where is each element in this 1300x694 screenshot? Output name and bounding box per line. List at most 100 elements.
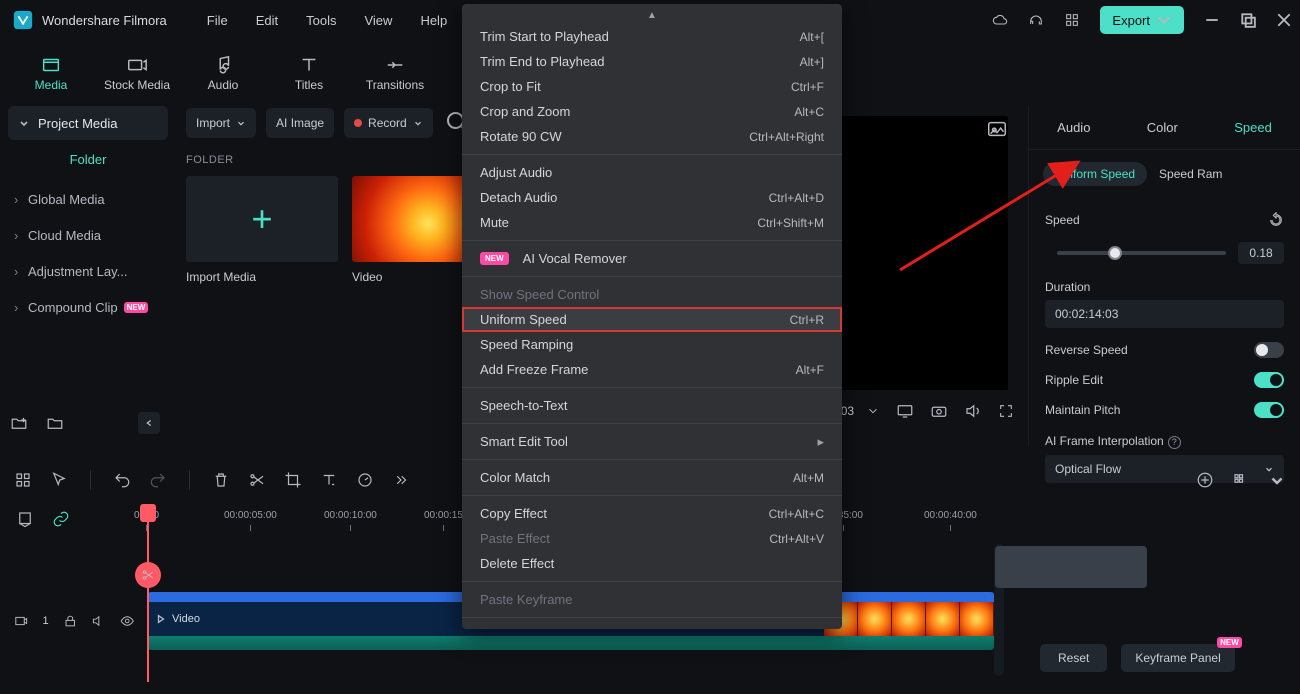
speed-label: Speed (1045, 213, 1080, 227)
link-icon[interactable] (52, 510, 70, 528)
ai-image-button[interactable]: AI Image (266, 108, 334, 138)
track-video-icon[interactable] (14, 613, 28, 629)
speed-ramp-chip[interactable]: Speed Ram (1159, 167, 1222, 181)
redo-icon[interactable] (149, 471, 167, 489)
record-dropdown[interactable]: Record (344, 108, 433, 138)
menu-file[interactable]: File (207, 13, 228, 28)
speed-value[interactable]: 0.18 (1238, 242, 1284, 264)
maintain-pitch-toggle[interactable] (1254, 402, 1284, 418)
undo-icon[interactable] (113, 471, 131, 489)
chevron-down-icon[interactable] (866, 404, 880, 418)
maintain-pitch-label: Maintain Pitch (1045, 403, 1120, 417)
help-icon[interactable]: ? (1168, 436, 1181, 449)
reverse-speed-toggle[interactable] (1254, 342, 1284, 358)
volume-icon[interactable] (964, 402, 982, 420)
inspector-tab-speed[interactable]: Speed (1234, 120, 1272, 135)
apps-icon[interactable] (1064, 12, 1080, 28)
tab-stock-media[interactable]: Stock Media (98, 54, 176, 92)
import-media-tile[interactable]: + Import Media (186, 176, 338, 284)
menu-tools[interactable]: Tools (306, 13, 336, 28)
menu-edit[interactable]: Edit (256, 13, 278, 28)
cloud-icon[interactable] (992, 12, 1008, 28)
export-button[interactable]: Export (1100, 6, 1184, 34)
headphones-icon[interactable] (1028, 12, 1044, 28)
eye-icon[interactable] (120, 613, 134, 629)
ctx-smart-edit-tool[interactable]: Smart Edit Tool▸ (462, 429, 842, 454)
inspector-tab-color[interactable]: Color (1147, 120, 1178, 135)
crop-icon[interactable] (284, 471, 302, 489)
app-logo-icon (12, 9, 34, 31)
ctx-copy-effect[interactable]: Copy EffectCtrl+Alt+C (462, 501, 842, 526)
sidebar-item-adjustment-layer[interactable]: Adjustment Lay... (8, 253, 168, 289)
reset-button[interactable]: Reset (1040, 644, 1107, 672)
speed-icon[interactable] (356, 471, 374, 489)
add-track-icon[interactable] (1196, 471, 1214, 489)
inspector-tab-audio[interactable]: Audio (1057, 120, 1090, 135)
ctx-crop-fit[interactable]: Crop to FitCtrl+F (462, 74, 842, 99)
duration-value[interactable]: 00:02:14:03 (1045, 300, 1284, 328)
grid-icon[interactable] (14, 471, 32, 489)
mute-track-icon[interactable] (91, 613, 105, 629)
track-view-icon[interactable] (1232, 471, 1250, 489)
tab-titles[interactable]: Titles (270, 54, 348, 92)
folder-label[interactable]: Folder (8, 152, 168, 167)
display-icon[interactable] (896, 402, 914, 420)
ctx-uniform-speed[interactable]: Uniform SpeedCtrl+R (462, 307, 842, 332)
lock-icon[interactable] (63, 613, 77, 629)
ctx-trim-end[interactable]: Trim End to PlayheadAlt+] (462, 49, 842, 74)
ctx-ai-vocal-remover[interactable]: NEWAI Vocal Remover (462, 246, 842, 271)
sidebar-item-cloud-media[interactable]: Cloud Media (8, 217, 168, 253)
ctx-show-speed-control: Show Speed Control (462, 282, 842, 307)
minimize-icon[interactable] (1204, 12, 1220, 28)
new-folder-icon[interactable] (10, 414, 28, 432)
duration-label: Duration (1045, 280, 1284, 294)
menu-view[interactable]: View (364, 13, 392, 28)
ctx-trim-start[interactable]: Trim Start to PlayheadAlt+[ (462, 24, 842, 49)
maximize-icon[interactable] (1240, 12, 1256, 28)
ctx-delete-effect[interactable]: Delete Effect (462, 551, 842, 576)
tab-media[interactable]: Media (12, 54, 90, 92)
ctx-detach-audio[interactable]: Detach AudioCtrl+Alt+D (462, 185, 842, 210)
project-media-header[interactable]: Project Media (8, 106, 168, 140)
ctx-speech-to-text[interactable]: Speech-to-Text (462, 393, 842, 418)
ctx-add-freeze-frame[interactable]: Add Freeze FrameAlt+F (462, 357, 842, 382)
camera-icon[interactable] (930, 402, 948, 420)
ctx-color-match[interactable]: Color MatchAlt+M (462, 465, 842, 490)
text-icon[interactable] (320, 471, 338, 489)
ripple-edit-toggle[interactable] (1254, 372, 1284, 388)
ctx-speed-ramping[interactable]: Speed Ramping (462, 332, 842, 357)
bin-icon[interactable] (46, 414, 64, 432)
ctx-paste-keyframe: Paste Keyframe (462, 587, 842, 612)
fullscreen-icon[interactable] (998, 403, 1014, 419)
delete-icon[interactable] (212, 471, 230, 489)
more-icon[interactable] (392, 471, 410, 489)
folder-heading: FOLDER (186, 154, 504, 166)
app-name: Wondershare Filmora (42, 13, 167, 28)
close-icon[interactable] (1276, 12, 1292, 28)
menu-bar: File Edit Tools View Help (207, 13, 447, 28)
ctx-crop-zoom[interactable]: Crop and ZoomAlt+C (462, 99, 842, 124)
split-icon[interactable] (248, 471, 266, 489)
reset-speed-icon[interactable] (1268, 212, 1284, 228)
tab-transitions[interactable]: Transitions (356, 54, 434, 92)
import-dropdown[interactable]: Import (186, 108, 256, 138)
chevron-down-icon[interactable] (1268, 471, 1286, 489)
cursor-icon[interactable] (50, 471, 68, 489)
collapse-sidebar-icon[interactable] (138, 412, 160, 434)
snapshot-icon[interactable] (986, 118, 1008, 140)
ctx-adjust-audio[interactable]: Adjust Audio (462, 160, 842, 185)
sidebar-item-compound-clip[interactable]: Compound ClipNEW (8, 289, 168, 325)
keyframe-panel-button[interactable]: Keyframe PanelNEW (1121, 644, 1234, 672)
tab-audio[interactable]: Audio (184, 54, 262, 92)
uniform-speed-chip[interactable]: Uniform Speed (1043, 162, 1147, 186)
ctx-rotate[interactable]: Rotate 90 CWCtrl+Alt+Right (462, 124, 842, 149)
sidebar-item-global-media[interactable]: Global Media (8, 181, 168, 217)
context-menu: ▲ Trim Start to PlayheadAlt+[ Trim End t… (462, 4, 842, 629)
menu-help[interactable]: Help (420, 13, 447, 28)
speed-slider[interactable] (1057, 251, 1226, 255)
scroll-up-icon[interactable]: ▲ (462, 10, 842, 24)
playhead[interactable] (147, 506, 149, 682)
timeline-scrollbar[interactable] (994, 544, 1004, 676)
ctx-mute[interactable]: MuteCtrl+Shift+M (462, 210, 842, 235)
marker-icon[interactable] (16, 510, 34, 528)
